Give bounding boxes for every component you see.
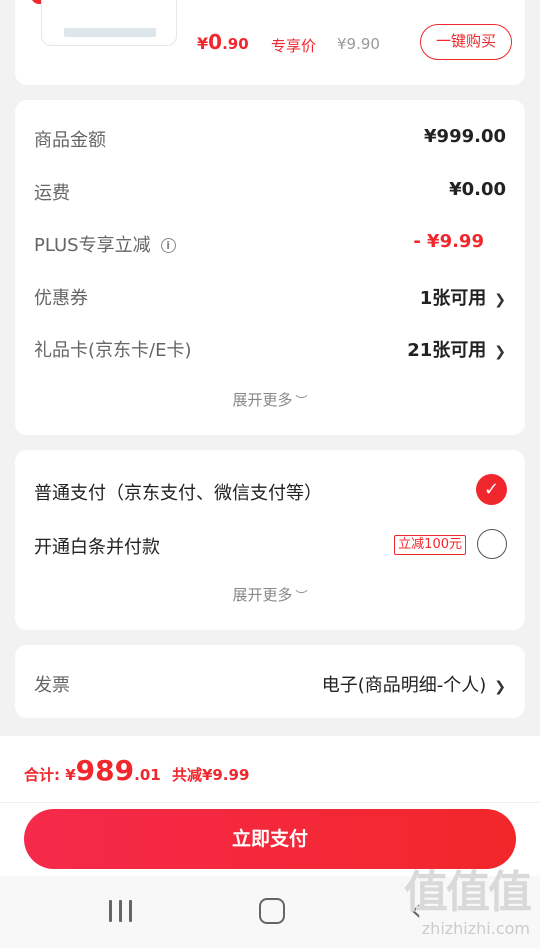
watermark-text: zhizhizhi.com xyxy=(421,919,530,938)
summary-label: 商品金额 xyxy=(34,130,106,151)
summary-row-plus-discount: PLUS专享立减 i - ¥9.99 xyxy=(34,227,506,257)
summary-row-gift-card[interactable]: 礼品卡(京东卡/E卡) 21张可用 ❯ xyxy=(34,332,506,362)
invoice-label: 发票 xyxy=(34,675,70,696)
chevron-right-icon: ❯ xyxy=(494,344,506,360)
summary-value: 1张可用 ❯ xyxy=(420,284,506,310)
divider xyxy=(0,802,540,803)
payment-option-label: 开通白条并付款 xyxy=(34,537,160,558)
summary-row-goods-amount: 商品金额 ¥999.00 xyxy=(34,122,506,152)
summary-value: ¥0.00 xyxy=(449,179,506,200)
expand-label: 展开更多 xyxy=(232,391,293,409)
promo-badge: 立减100元 xyxy=(394,535,466,555)
payment-expand-more[interactable]: 展开更多 ︶ xyxy=(15,584,525,605)
product-card: ¥0.90 专享价 ¥9.90 一键购买 xyxy=(15,0,525,85)
info-icon[interactable]: i xyxy=(160,238,176,253)
chevron-down-icon: ︶ xyxy=(295,394,308,408)
price-symbol: ¥ xyxy=(197,34,209,53)
summary-expand-more[interactable]: 展开更多 ︶ xyxy=(15,389,525,410)
order-summary-card: 商品金额 ¥999.00 运费 ¥0.00 PLUS专享立减 i - ¥9.99 … xyxy=(15,100,525,435)
one-click-buy-button[interactable]: 一键购买 xyxy=(420,24,512,60)
summary-row-shipping: 运费 ¥0.00 xyxy=(34,175,506,205)
summary-row-coupon[interactable]: 优惠券 1张可用 ❯ xyxy=(34,280,506,310)
chevron-right-icon: ❯ xyxy=(494,292,506,308)
summary-value: - ¥9.99 xyxy=(413,231,484,252)
invoice-type: 电子(商品明细-个人) xyxy=(321,675,487,696)
summary-label: 优惠券 xyxy=(34,288,88,309)
total-dec: .01 xyxy=(134,766,161,784)
plus-discount-label: PLUS专享立减 xyxy=(34,235,151,256)
invoice-row[interactable]: 发票 电子(商品明细-个人) ❯ xyxy=(34,667,506,697)
summary-value: 21张可用 ❯ xyxy=(407,336,506,362)
payment-option-baitiao[interactable]: 开通白条并付款 立减100元 xyxy=(34,525,507,561)
price-dec: .90 xyxy=(222,35,249,53)
radio-unchecked[interactable] xyxy=(477,529,507,559)
coupon-value: 1张可用 xyxy=(419,288,487,309)
expand-label: 展开更多 xyxy=(232,586,293,604)
total-label: 合计: ¥ xyxy=(24,766,76,784)
watermark-logo: 值值值 xyxy=(404,867,532,918)
chevron-down-icon: ︶ xyxy=(295,589,308,603)
product-thumbnail[interactable] xyxy=(41,0,177,46)
saved-amount: 共减¥9.99 xyxy=(171,766,250,784)
payment-method-card: 普通支付（京东支付、微信支付等） ✓ 开通白条并付款 立减100元 展开更多 ︶ xyxy=(15,450,525,630)
total-int: 989 xyxy=(75,754,135,787)
invoice-card[interactable]: 发票 电子(商品明细-个人) ❯ xyxy=(15,645,525,718)
home-icon[interactable] xyxy=(259,898,285,924)
original-price: ¥9.90 xyxy=(337,35,380,53)
payment-option-normal[interactable]: 普通支付（京东支付、微信支付等） ✓ xyxy=(34,471,507,507)
summary-label: 运费 xyxy=(34,183,70,204)
invoice-value: 电子(商品明细-个人) ❯ xyxy=(322,671,506,697)
summary-label: PLUS专享立减 i xyxy=(34,231,176,257)
recents-icon[interactable] xyxy=(109,900,133,922)
price-int: 0 xyxy=(208,30,223,54)
chevron-right-icon: ❯ xyxy=(494,679,506,695)
watermark: 值值值 zhizhizhi.com xyxy=(404,866,532,938)
check-icon[interactable]: ✓ xyxy=(476,474,507,505)
exclusive-price-label: 专享价 xyxy=(271,37,317,55)
total-amount: 合计: ¥989.01 共减¥9.99 xyxy=(24,754,249,787)
product-price: ¥0.90 xyxy=(197,30,249,54)
gift-card-value: 21张可用 xyxy=(407,340,487,361)
pay-now-button[interactable]: 立即支付 xyxy=(24,809,516,869)
summary-label: 礼品卡(京东卡/E卡) xyxy=(34,340,192,361)
summary-value: ¥999.00 xyxy=(424,126,506,147)
payment-option-label: 普通支付（京东支付、微信支付等） xyxy=(34,483,322,504)
